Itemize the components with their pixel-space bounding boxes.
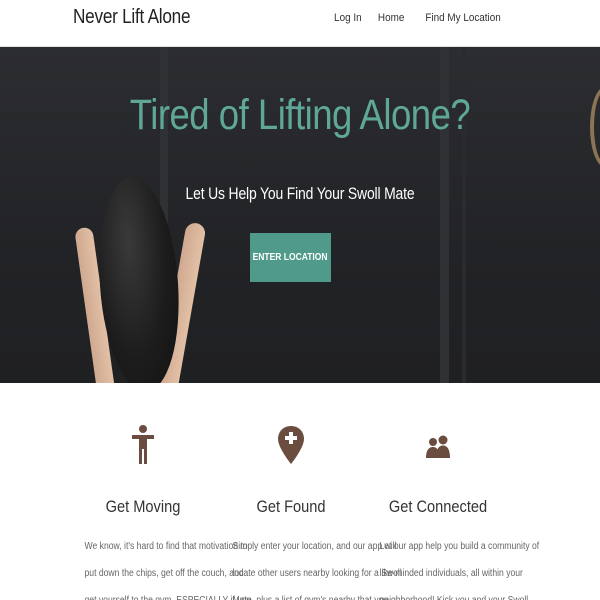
feature-description: Let our app help you build a community o… [370,533,540,600]
nav-links: Log In Home Find My Location [318,12,501,24]
nav-home-link[interactable]: Home [378,12,404,24]
enter-location-button[interactable]: ENTER LOCATION [250,233,331,282]
feature-description: Simply enter your location, and our app … [223,533,402,600]
feature-description-line: neighborhood! Kick you and your Swoll [380,587,529,600]
feature-description-line: Let our app help you build a community o… [379,541,540,552]
person-standing-icon [132,425,154,464]
feature-description-line: get yourself to the gym. ESPECIALLY if y… [85,587,252,600]
feature-description-line: locate other users nearby looking for a … [232,568,402,579]
navbar: Never Lift Alone Log In Home Find My Loc… [0,0,600,47]
feature-title: Get Moving [105,497,181,516]
nav-find-location-link[interactable]: Find My Location [426,12,501,24]
hero-title: Tired of Lifting Alone? [129,91,471,139]
feature-title: Get Connected [388,497,488,516]
nav-login-link[interactable]: Log In [334,12,362,24]
people-icon [426,435,450,458]
hero-section: Tired of Lifting Alone? Let Us Help You … [0,47,600,383]
feature-title: Get Found [256,497,326,516]
map-pin-plus-icon [278,426,304,464]
feature-description: We know, it's hard to find that motivati… [75,533,252,600]
features-section: Get Moving We know, it's hard to find th… [0,383,600,600]
feature-description-line: like-minded individuals, all within your [379,568,523,579]
feature-description-line: We know, it's hard to find that motivati… [84,541,248,552]
feature-description-line: Simply enter your location, and our app … [232,541,397,552]
feature-description-line: Mate, plus a list of gym's nearby that y… [233,587,389,600]
hero-subtitle: Let Us Help You Find Your Swoll Mate [185,184,415,203]
feature-description-line: put down the chips, get off the couch, a… [84,568,244,579]
brand-logo-link[interactable]: Never Lift Alone [73,6,191,29]
enter-location-button-label: ENTER LOCATION [253,252,328,263]
